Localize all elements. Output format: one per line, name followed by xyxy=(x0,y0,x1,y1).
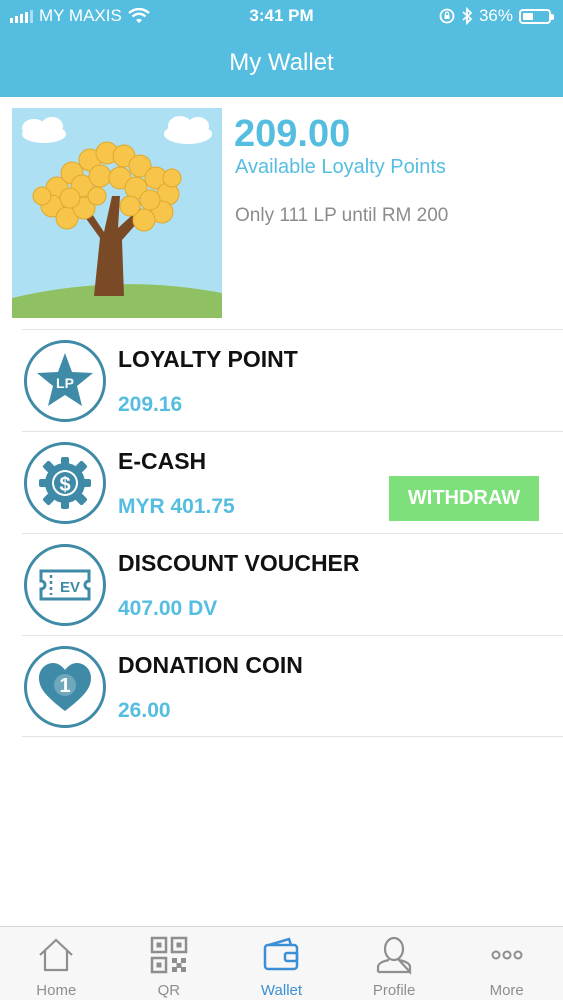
wallet-list: LP LOYALTY POINT 209.16 $ E-CASH MYR 401… xyxy=(22,329,563,737)
profile-icon xyxy=(376,936,412,975)
wallet-row-title: DONATION COIN xyxy=(118,652,303,678)
withdraw-button[interactable]: WITHDRAW xyxy=(389,476,539,521)
page-title: My Wallet xyxy=(229,49,334,76)
points-until-text: Only 111 LP until RM 200 xyxy=(235,205,449,226)
ecash-icon-text: $ xyxy=(59,474,70,496)
tab-label: QR xyxy=(157,982,181,999)
money-tree-illustration xyxy=(12,108,222,318)
tab-qr[interactable]: QR xyxy=(113,927,226,1000)
status-bar: MY MAXIS 3:41 PM 36% xyxy=(0,0,563,32)
tab-bar: Home QR Wallet Profile More xyxy=(0,926,563,1000)
wallet-row-discount-voucher[interactable]: EV DISCOUNT VOUCHER 407.00 DV xyxy=(22,533,563,635)
wallet-row-ecash[interactable]: $ E-CASH MYR 401.75 WITHDRAW xyxy=(22,431,563,533)
voucher-ticket-icon: EV xyxy=(24,544,106,626)
tab-wallet[interactable]: Wallet xyxy=(225,927,338,1000)
qr-icon xyxy=(150,936,188,974)
status-right: 36% xyxy=(439,6,554,26)
wallet-row-title: E-CASH xyxy=(118,448,207,474)
tab-label: Wallet xyxy=(260,982,303,999)
more-icon xyxy=(491,950,523,960)
wallet-row-title: LOYALTY POINT xyxy=(118,346,298,372)
tab-profile[interactable]: Profile xyxy=(338,927,451,1000)
available-points-label: Available Loyalty Points xyxy=(235,156,446,178)
home-icon xyxy=(39,938,74,972)
ecash-gear-dollar-icon: $ xyxy=(24,442,106,524)
rotation-lock-icon xyxy=(439,8,455,24)
voucher-icon-text: EV xyxy=(60,579,80,596)
wallet-row-loyalty-point[interactable]: LP LOYALTY POINT 209.16 xyxy=(22,329,563,431)
donation-icon-text: 1 xyxy=(59,675,70,697)
points-summary: 209.00 Available Loyalty Points Only 111… xyxy=(0,97,563,329)
wallet-row-value: 26.00 xyxy=(118,699,171,722)
battery-percent: 36% xyxy=(478,6,513,25)
tab-label: Home xyxy=(36,982,77,999)
wallet-icon xyxy=(264,937,299,971)
wallet-row-title: DISCOUNT VOUCHER xyxy=(118,550,360,576)
wallet-row-donation-coin[interactable]: 1 DONATION COIN 26.00 xyxy=(22,635,563,737)
tab-more[interactable]: More xyxy=(450,927,563,1000)
loyalty-icon-text: LP xyxy=(56,375,74,391)
wallet-row-value: MYR 401.75 xyxy=(118,495,235,518)
app-header: MY MAXIS 3:41 PM 36% My Wallet xyxy=(0,0,563,97)
wallet-row-value: 407.00 DV xyxy=(118,597,218,620)
available-points-value: 209.00 xyxy=(234,113,351,155)
wallet-row-value: 209.16 xyxy=(118,393,183,416)
tab-label: Profile xyxy=(372,982,416,999)
tab-label: More xyxy=(489,982,524,999)
donation-heart-icon: 1 xyxy=(24,646,106,728)
battery-icon xyxy=(519,8,554,24)
bluetooth-icon xyxy=(462,7,473,25)
tab-home[interactable]: Home xyxy=(0,927,113,1000)
loyalty-star-icon: LP xyxy=(24,340,106,422)
